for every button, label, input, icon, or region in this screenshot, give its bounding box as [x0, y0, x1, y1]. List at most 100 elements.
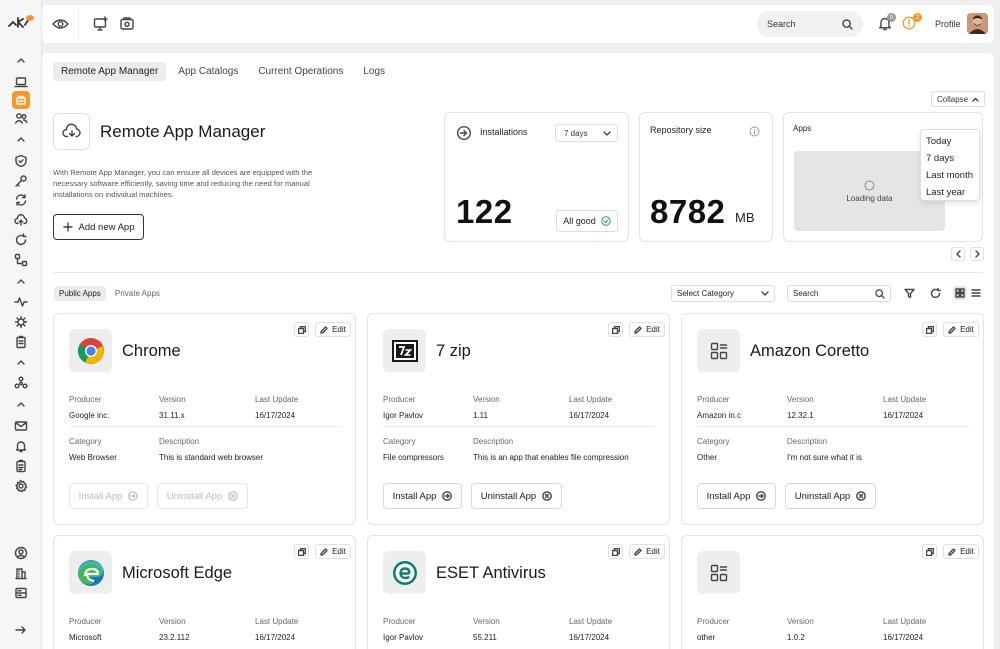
- add-new-app-button[interactable]: Add new App: [53, 214, 144, 240]
- last-update-label: Last Update: [255, 617, 299, 626]
- alerts-button[interactable]: 2: [902, 13, 922, 32]
- duplicate-button[interactable]: [608, 544, 623, 559]
- settings-icon[interactable]: [13, 478, 29, 494]
- installations-period-select[interactable]: 7 days: [555, 124, 618, 142]
- brand-logo[interactable]: [8, 14, 34, 30]
- network-icon[interactable]: [13, 375, 29, 391]
- install-icon: [128, 491, 139, 501]
- shield-icon[interactable]: [13, 153, 29, 169]
- chevron-up-icon[interactable]: [17, 137, 25, 142]
- global-search-input[interactable]: Search: [767, 19, 796, 29]
- tab-current-operations[interactable]: Current Operations: [250, 62, 351, 81]
- profile-label[interactable]: Profile: [935, 19, 961, 29]
- remote-desktop-icon[interactable]: [93, 16, 109, 32]
- period-dropdown-menu: Today 7 days Last month Last year: [920, 129, 980, 201]
- pencil-icon: [634, 325, 642, 334]
- mail-icon[interactable]: [13, 418, 29, 434]
- next-button[interactable]: [970, 247, 984, 261]
- description-label: Description: [787, 437, 828, 446]
- apps-store-icon[interactable]: [12, 91, 30, 109]
- edit-button[interactable]: Edit: [629, 544, 665, 559]
- screen-capture-icon[interactable]: [119, 16, 135, 32]
- install-app-button[interactable]: Install App: [697, 483, 776, 509]
- producer-value: Igor Pavlov: [383, 411, 424, 420]
- server-icon[interactable]: [13, 585, 29, 601]
- sync-icon[interactable]: [13, 192, 29, 208]
- global-search[interactable]: Search: [757, 11, 863, 37]
- chevron-up-icon[interactable]: [17, 402, 25, 407]
- edit-button[interactable]: Edit: [943, 544, 979, 559]
- users-icon[interactable]: [13, 110, 29, 126]
- edit-button[interactable]: Edit: [315, 322, 351, 337]
- search-icon: [842, 18, 853, 30]
- tab-logs[interactable]: Logs: [355, 62, 393, 81]
- activity-icon[interactable]: [13, 294, 29, 310]
- edit-label: Edit: [646, 547, 660, 556]
- install-app-button[interactable]: Install App: [69, 483, 148, 509]
- prev-button[interactable]: [951, 247, 965, 261]
- last-update-value: 16/17/2024: [569, 633, 610, 642]
- producer-label: Producer: [697, 617, 730, 626]
- refresh-icon: [930, 287, 941, 298]
- chevron-up-icon[interactable]: [17, 279, 25, 284]
- list-view-button[interactable]: [969, 286, 983, 300]
- duplicate-button[interactable]: [294, 544, 309, 559]
- key-icon[interactable]: [13, 173, 29, 189]
- filter-button[interactable]: [902, 286, 916, 300]
- tab-app-catalogs[interactable]: App Catalogs: [170, 62, 246, 81]
- tab-private-apps[interactable]: Private Apps: [110, 286, 165, 301]
- duplicate-button[interactable]: [922, 322, 937, 337]
- refresh-button[interactable]: [928, 286, 942, 300]
- bell-icon[interactable]: [13, 438, 29, 454]
- duplicate-button[interactable]: [608, 322, 623, 337]
- logout-icon[interactable]: [13, 622, 29, 638]
- last-update-label: Last Update: [883, 395, 927, 404]
- clipboard-icon[interactable]: [13, 334, 29, 350]
- info-icon: [749, 126, 760, 137]
- chevron-up-icon[interactable]: [17, 58, 25, 63]
- period-option-last-month[interactable]: Last month: [921, 167, 979, 184]
- remove-circle-icon: [228, 491, 239, 501]
- install-label: Install App: [706, 490, 751, 502]
- account-icon[interactable]: [13, 545, 29, 561]
- remove-circle-icon: [542, 491, 553, 501]
- duplicate-button[interactable]: [294, 322, 309, 337]
- install-app-button[interactable]: Install App: [383, 483, 462, 509]
- refresh-icon[interactable]: [13, 232, 29, 248]
- apps-search[interactable]: Search: [787, 285, 891, 302]
- tab-remote-app-manager[interactable]: Remote App Manager: [53, 62, 167, 81]
- edit-button[interactable]: Edit: [315, 544, 351, 559]
- grid-view-button[interactable]: [953, 286, 967, 300]
- producer-value: other: [697, 633, 716, 642]
- edit-button[interactable]: Edit: [943, 322, 979, 337]
- avatar[interactable]: [967, 13, 988, 34]
- bug-icon[interactable]: [13, 314, 29, 330]
- uninstall-app-button[interactable]: Uninstall App: [157, 483, 248, 509]
- version-value: 55.211: [473, 633, 497, 642]
- loading-text: Loading data: [846, 193, 893, 203]
- period-option-7-days[interactable]: 7 days: [921, 150, 979, 167]
- eye-toggle[interactable]: [42, 5, 79, 43]
- notifications-button[interactable]: 0: [878, 13, 896, 32]
- laptop-icon[interactable]: [13, 74, 29, 90]
- clipboard-list-icon[interactable]: [13, 458, 29, 474]
- cloud-upload-icon[interactable]: [13, 212, 29, 228]
- category-select[interactable]: Select Category: [671, 285, 775, 302]
- uninstall-app-button[interactable]: Uninstall App: [471, 483, 562, 509]
- edit-button[interactable]: Edit: [629, 322, 665, 337]
- tab-public-apps[interactable]: Public Apps: [54, 286, 106, 301]
- building-icon[interactable]: [13, 565, 29, 581]
- apps-search-input[interactable]: Search: [793, 289, 818, 298]
- version-value: 12.32.1: [787, 411, 814, 420]
- period-option-today[interactable]: Today: [921, 133, 979, 150]
- period-option-last-year[interactable]: Last year: [921, 184, 979, 201]
- collapse-button[interactable]: Collapse: [931, 91, 986, 107]
- uninstall-app-button[interactable]: Uninstall App: [785, 483, 876, 509]
- duplicate-button[interactable]: [922, 544, 937, 559]
- install-icon: [456, 125, 472, 141]
- install-label: Install App: [78, 490, 123, 502]
- check-circle-icon: [601, 216, 611, 226]
- chevron-up-icon[interactable]: [17, 360, 25, 365]
- installations-title: Installations: [480, 127, 528, 137]
- flow-icon[interactable]: [13, 252, 29, 268]
